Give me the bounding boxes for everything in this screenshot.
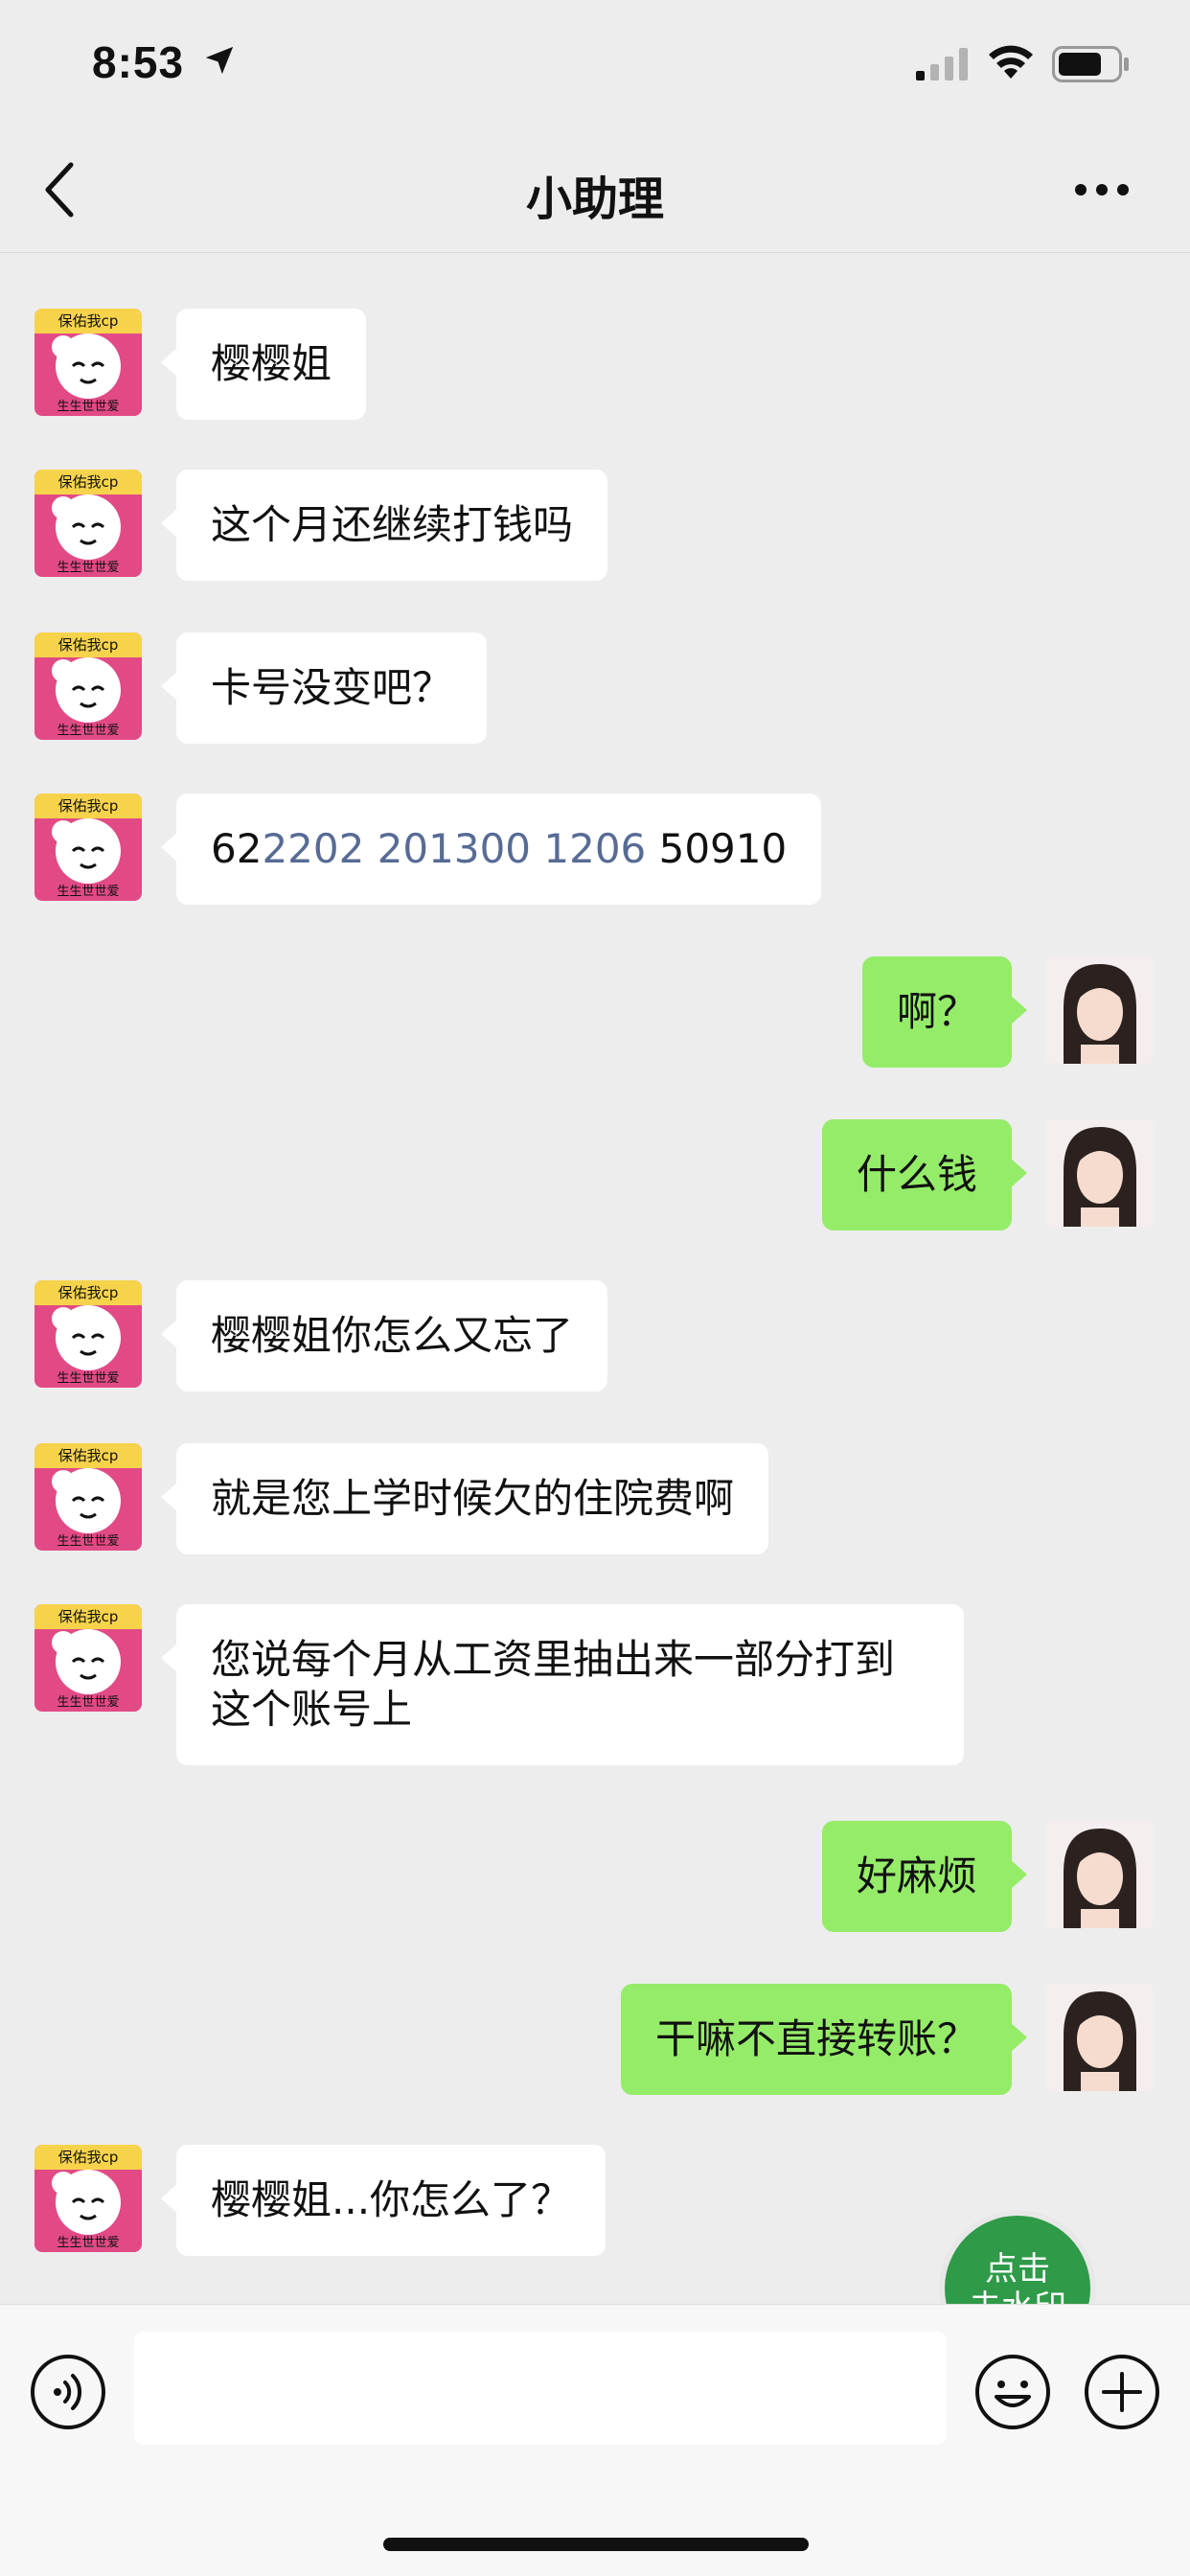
contact-avatar-image: 保佑我cp 生生世世爱: [34, 632, 142, 740]
message-bubble[interactable]: 好麻烦: [821, 1821, 1028, 1932]
svg-text:保佑我cp: 保佑我cp: [58, 2149, 119, 2166]
message-bubble[interactable]: 就是您上学时候欠的住院费啊: [160, 1443, 769, 1554]
contact-avatar-image: 保佑我cp 生生世世爱: [34, 794, 142, 901]
self-avatar-image: [1046, 956, 1154, 1064]
message-bubble[interactable]: 干嘛不直接转账？: [620, 1984, 1028, 2095]
home-indicator[interactable]: [383, 2538, 809, 2551]
message-input[interactable]: [134, 2332, 947, 2445]
svg-text:保佑我cp: 保佑我cp: [58, 312, 119, 330]
card-number-prefix: 62: [211, 825, 263, 872]
contact-avatar[interactable]: 保佑我cp 生生世世爱: [34, 2145, 142, 2252]
contact-avatar-image: 保佑我cp 生生世世爱: [34, 1604, 142, 1712]
self-avatar[interactable]: [1046, 956, 1154, 1064]
emoji-icon[interactable]: [973, 2353, 1052, 2431]
message-bubble[interactable]: 樱樱姐你怎么又忘了: [160, 1280, 608, 1392]
self-avatar[interactable]: [1046, 1119, 1154, 1227]
contact-avatar[interactable]: 保佑我cp 生生世世爱: [34, 1443, 142, 1551]
card-number-link[interactable]: 2202 201300 1206: [262, 825, 646, 872]
svg-text:生生世世爱: 生生世世爱: [57, 1371, 119, 1386]
message-bubble[interactable]: 樱樱姐: [160, 309, 367, 420]
message-list[interactable]: 保佑我cp 生生世世爱 樱樱姐 保佑我cp 生生世世爱 这个月还继续打钱吗 保佑…: [0, 253, 1190, 2304]
message-bubble[interactable]: 您说每个月从工资里抽出来一部分打到这个账号上: [161, 1604, 964, 1765]
remove-watermark-line1: 点击: [985, 2250, 1050, 2288]
self-avatar-image: [1046, 1821, 1154, 1928]
status-time: 8:53: [92, 37, 185, 87]
wifi-icon: [989, 45, 1033, 79]
svg-text:保佑我cp: 保佑我cp: [58, 797, 119, 815]
svg-text:生生世世爱: 生生世世爱: [57, 2236, 119, 2250]
cellular-signal-icon: [916, 48, 968, 80]
card-number-suffix: 50910: [646, 825, 788, 872]
message-bubble[interactable]: 啊？: [861, 956, 1028, 1068]
message-bubble[interactable]: 樱樱姐...你怎么了？: [160, 2145, 606, 2256]
contact-avatar-image: 保佑我cp 生生世世爱: [34, 1443, 142, 1551]
svg-text:生生世世爱: 生生世世爱: [57, 724, 119, 738]
svg-text:保佑我cp: 保佑我cp: [58, 1284, 119, 1301]
contact-avatar[interactable]: 保佑我cp 生生世世爱: [34, 470, 142, 577]
svg-text:生生世世爱: 生生世世爱: [57, 1695, 119, 1710]
self-avatar-image: [1046, 1984, 1154, 2091]
message-bubble-card-number[interactable]: 622202 201300 1206 50910: [160, 794, 822, 905]
contact-avatar[interactable]: 保佑我cp 生生世世爱: [34, 309, 142, 416]
status-bar: 8:53: [0, 0, 1190, 126]
message-bubble[interactable]: 这个月还继续打钱吗: [160, 470, 608, 581]
svg-text:保佑我cp: 保佑我cp: [58, 473, 119, 491]
svg-text:生生世世爱: 生生世世爱: [57, 885, 119, 899]
contact-avatar[interactable]: 保佑我cp 生生世世爱: [34, 1280, 142, 1388]
contact-avatar-image: 保佑我cp 生生世世爱: [34, 470, 142, 577]
more-options-icon[interactable]: [1073, 180, 1131, 199]
chat-title: 小助理: [525, 172, 664, 226]
self-avatar-image: [1046, 1119, 1154, 1227]
contact-avatar[interactable]: 保佑我cp 生生世世爱: [34, 794, 142, 901]
contact-avatar-image: 保佑我cp 生生世世爱: [34, 1280, 142, 1388]
input-bar: [0, 2304, 1190, 2576]
svg-text:生生世世爱: 生生世世爱: [57, 561, 119, 575]
svg-text:生生世世爱: 生生世世爱: [57, 400, 119, 414]
message-bubble[interactable]: 什么钱: [821, 1119, 1028, 1230]
chat-header: 小助理: [0, 126, 1190, 253]
contact-avatar-image: 保佑我cp 生生世世爱: [34, 309, 142, 416]
contact-avatar-image: 保佑我cp 生生世世爱: [34, 2145, 142, 2252]
plus-icon[interactable]: [1083, 2353, 1161, 2431]
svg-text:保佑我cp: 保佑我cp: [58, 636, 119, 654]
svg-text:保佑我cp: 保佑我cp: [58, 1447, 119, 1464]
location-arrow-icon: [205, 46, 234, 75]
svg-text:生生世世爱: 生生世世爱: [57, 1534, 119, 1549]
svg-text:保佑我cp: 保佑我cp: [58, 1608, 119, 1625]
voice-input-icon[interactable]: [29, 2353, 107, 2431]
contact-avatar[interactable]: 保佑我cp 生生世世爱: [34, 1604, 142, 1712]
battery-icon: [1052, 46, 1129, 82]
self-avatar[interactable]: [1046, 1821, 1154, 1928]
message-bubble[interactable]: 卡号没变吧？: [160, 632, 488, 744]
contact-avatar[interactable]: 保佑我cp 生生世世爱: [34, 632, 142, 740]
self-avatar[interactable]: [1046, 1984, 1154, 2091]
